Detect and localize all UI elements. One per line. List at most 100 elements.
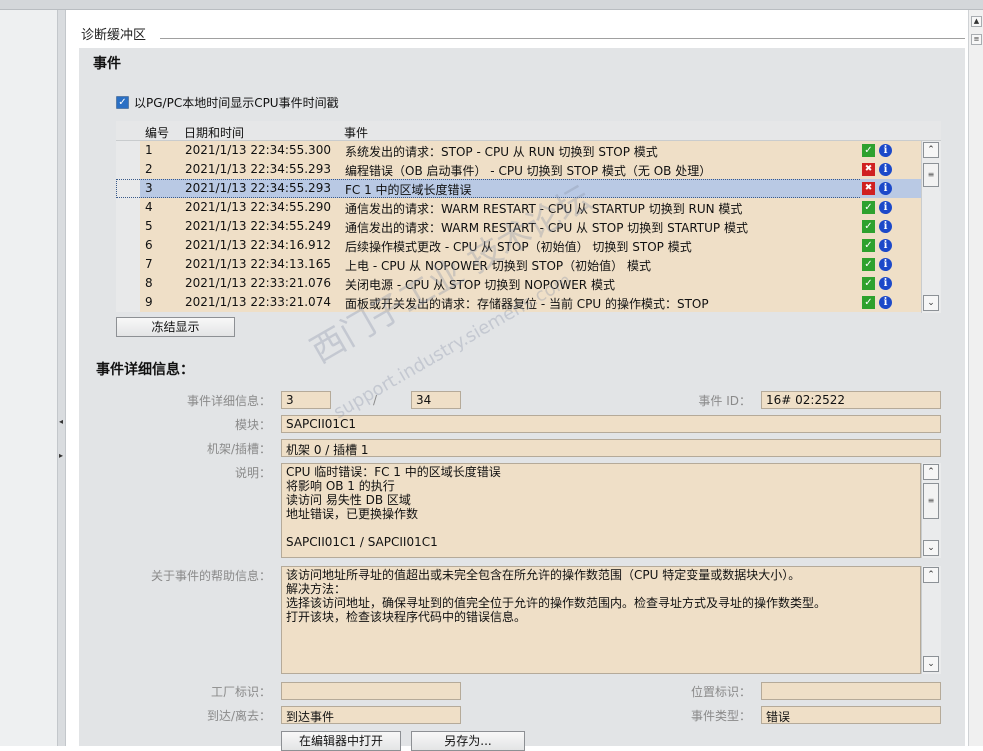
- event-details-heading: 事件详细信息：: [96, 362, 194, 378]
- column-header-no[interactable]: 编号: [140, 121, 184, 140]
- table-row[interactable]: 2 2021/1/13 22:34:55.293 编程错误（OB 启动事件） - C…: [116, 160, 922, 179]
- description-line: CPU 临时错误：FC 1 中的区域长度错误: [286, 465, 501, 479]
- section-title: 诊断缓冲区: [81, 28, 147, 43]
- local-time-checkbox-label: 以PG/PC本地时间显示CPU事件时间戳: [134, 96, 339, 110]
- local-time-checkbox[interactable]: ✓: [116, 96, 129, 109]
- collapse-left-icon[interactable]: ◂: [59, 418, 63, 426]
- event-datetime-cell: 2021/1/13 22:34:55.293: [184, 179, 344, 198]
- table-row[interactable]: 1 2021/1/13 22:34:55.300 系统发出的请求：STOP - CP…: [116, 141, 922, 160]
- event-datetime-cell: 2021/1/13 22:34:55.300: [184, 141, 344, 160]
- left-navigation-area: [0, 10, 57, 746]
- events-heading: 事件: [93, 56, 121, 72]
- events-scroll-up-button[interactable]: ⌃: [923, 142, 939, 158]
- page-scroll-up-button[interactable]: ▲: [971, 16, 982, 27]
- info-icon[interactable]: i: [879, 296, 892, 309]
- event-no-cell: 3: [140, 179, 184, 198]
- event-datetime-cell: 2021/1/13 22:34:13.165: [184, 255, 344, 274]
- table-row[interactable]: 7 2021/1/13 22:34:13.165 上电 - CPU 从 NOPOWE…: [116, 255, 922, 274]
- table-row[interactable]: 8 2021/1/13 22:33:21.076 关闭电源 - CPU 从 STOP…: [116, 274, 922, 293]
- event-text-cell: 后续操作模式更改 - CPU 从 STOP（初始值） 切换到 STOP 模式: [344, 236, 860, 255]
- open-in-editor-button[interactable]: 在编辑器中打开: [281, 731, 401, 751]
- event-no-cell: 2: [140, 160, 184, 179]
- save-as-button[interactable]: 另存为...: [411, 731, 525, 751]
- status-ok-icon: ✓: [862, 144, 875, 157]
- status-ok-icon: ✓: [862, 296, 875, 309]
- freeze-display-button[interactable]: 冻结显示: [116, 317, 235, 337]
- event-text-cell: FC 1 中的区域长度错误: [344, 179, 860, 198]
- event-text-cell: 通信发出的请求：WARM RESTART - CPU 从 STARTUP 切换到…: [344, 198, 860, 217]
- info-icon[interactable]: i: [879, 144, 892, 157]
- row-selector: [116, 141, 140, 160]
- event-text-cell: 面板或开关发出的请求：存储器复位 - 当前 CPU 的操作模式：STOP: [344, 293, 860, 312]
- status-ok-icon: ✓: [862, 239, 875, 252]
- events-scroll-thumb[interactable]: ≡: [923, 163, 939, 187]
- event-datetime-cell: 2021/1/13 22:34:55.290: [184, 198, 344, 217]
- events-scroll-down-button[interactable]: ⌄: [923, 295, 939, 311]
- event-no-cell: 8: [140, 274, 184, 293]
- event-text-cell: 上电 - CPU 从 NOPOWER 切换到 STOP（初始值） 模式: [344, 255, 860, 274]
- help-scroll-down-button[interactable]: ⌄: [923, 656, 939, 672]
- status-ok-icon: ✓: [862, 258, 875, 271]
- info-icon[interactable]: i: [879, 182, 892, 195]
- status-ok-icon: ✓: [862, 220, 875, 233]
- row-selector: [116, 160, 140, 179]
- event-status-cell: ✓ i: [860, 255, 922, 274]
- info-icon[interactable]: i: [879, 163, 892, 176]
- local-time-checkbox-row[interactable]: ✓ 以PG/PC本地时间显示CPU事件时间戳: [116, 94, 339, 111]
- page-scrollbar[interactable]: ▲ ≡: [968, 10, 983, 746]
- description-textarea: CPU 临时错误：FC 1 中的区域长度错误 将影响 OB 1 的执行 读访问 …: [281, 463, 921, 558]
- events-table-scrollbar[interactable]: ⌃ ≡ ⌄: [921, 141, 941, 313]
- event-datetime-cell: 2021/1/13 22:34:55.293: [184, 160, 344, 179]
- help-scrollbar[interactable]: ⌃ ⌄: [921, 566, 941, 674]
- info-icon[interactable]: i: [879, 220, 892, 233]
- plant-id-field: [281, 682, 461, 700]
- info-icon[interactable]: i: [879, 277, 892, 290]
- event-text-cell: 系统发出的请求：STOP - CPU 从 RUN 切换到 STOP 模式: [344, 141, 860, 160]
- description-scroll-down-button[interactable]: ⌄: [923, 540, 939, 556]
- left-splitter[interactable]: [57, 10, 66, 746]
- event-type-label: 事件类型：: [690, 709, 751, 723]
- status-ok-icon: ✓: [862, 277, 875, 290]
- info-icon[interactable]: i: [879, 201, 892, 214]
- help-line: 选择该访问地址，确保寻址到的值完全位于允许的操作数范围内。检查寻址方式及寻址的操…: [286, 596, 827, 610]
- description-scroll-thumb[interactable]: ≡: [923, 483, 939, 519]
- status-ok-icon: ✓: [862, 201, 875, 214]
- table-row[interactable]: 9 2021/1/13 22:33:21.074 面板或开关发出的请求：存储器复位 …: [116, 293, 922, 312]
- row-selector: [116, 236, 140, 255]
- rack-slot-field: 机架 0 / 插槽 1: [281, 439, 941, 457]
- info-icon[interactable]: i: [879, 258, 892, 271]
- info-icon[interactable]: i: [879, 239, 892, 252]
- help-scroll-up-button[interactable]: ⌃: [923, 567, 939, 583]
- table-row[interactable]: 5 2021/1/13 22:34:55.249 通信发出的请求：WARM REST…: [116, 217, 922, 236]
- table-row[interactable]: 4 2021/1/13 22:34:55.290 通信发出的请求：WARM REST…: [116, 198, 922, 217]
- status-error-icon: ✖: [862, 182, 875, 195]
- location-id-label: 位置标识：: [690, 685, 751, 699]
- event-type-field: 错误: [761, 706, 941, 724]
- table-row[interactable]: 3 2021/1/13 22:34:55.293 FC 1 中的区域长度错误 ✖ i: [116, 179, 922, 198]
- event-status-cell: ✓ i: [860, 217, 922, 236]
- event-status-cell: ✓ i: [860, 198, 922, 217]
- page-scroll-thumb[interactable]: ≡: [971, 34, 982, 45]
- status-error-icon: ✖: [862, 163, 875, 176]
- event-no-cell: 5: [140, 217, 184, 236]
- description-line: 地址错误，已更换操作数: [286, 507, 419, 521]
- row-selector: [116, 217, 140, 236]
- expand-left-icon[interactable]: ▸: [59, 452, 63, 460]
- event-no-cell: 6: [140, 236, 184, 255]
- module-field: SAPCII01C1: [281, 415, 941, 433]
- column-header-event[interactable]: 事件: [344, 121, 860, 140]
- event-text-cell: 关闭电源 - CPU 从 STOP 切换到 NOPOWER 模式: [344, 274, 860, 293]
- column-header-datetime[interactable]: 日期和时间: [184, 121, 344, 140]
- description-scroll-up-button[interactable]: ⌃: [923, 464, 939, 480]
- description-line: 读访问 易失性 DB 区域: [286, 493, 411, 507]
- row-selector: [116, 293, 140, 312]
- module-label: 模块：: [234, 418, 271, 432]
- event-status-cell: ✓ i: [860, 141, 922, 160]
- table-row[interactable]: 6 2021/1/13 22:34:16.912 后续操作模式更改 - CPU 从 …: [116, 236, 922, 255]
- location-id-field: [761, 682, 941, 700]
- description-scrollbar[interactable]: ⌃ ≡ ⌄: [921, 463, 941, 558]
- event-no-cell: 9: [140, 293, 184, 312]
- event-status-cell: ✓ i: [860, 293, 922, 312]
- detail-info-label: 事件详细信息：: [186, 394, 271, 408]
- event-datetime-cell: 2021/1/13 22:33:21.076: [184, 274, 344, 293]
